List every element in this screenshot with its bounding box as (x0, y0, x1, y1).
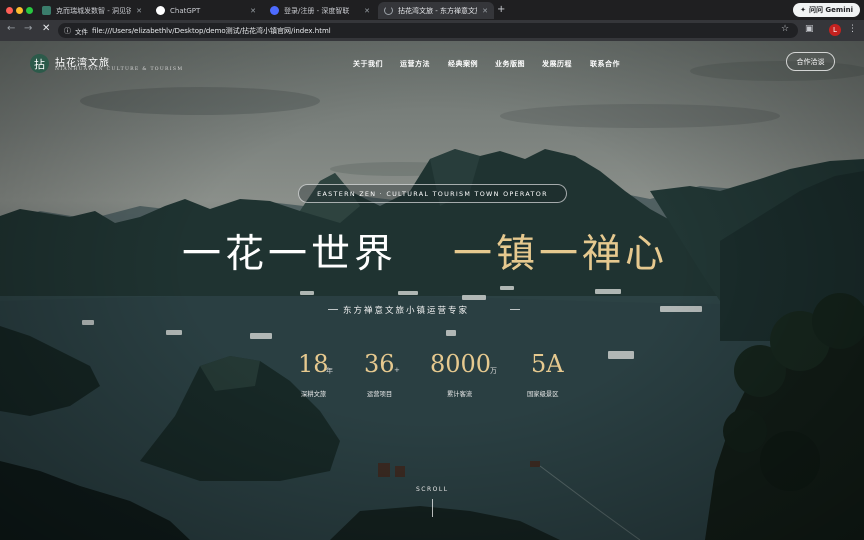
hero-vignette-overlay (0, 41, 864, 540)
deepseek-favicon-icon (270, 6, 279, 15)
stat-label-years: 深耕文旅 (301, 391, 327, 398)
nav-item-cases[interactable]: 经典案例 (448, 59, 478, 69)
nav-item-method[interactable]: 运营方法 (400, 59, 430, 69)
browser-tab[interactable]: ChatGPT ✕ (150, 2, 262, 19)
stat-value-rating: 5A (531, 350, 564, 378)
browser-tab-strip: 克而瑞城发数智 - 洞见锐意全... ✕ ChatGPT ✕ 登录/注册 - 深… (0, 0, 864, 20)
tagline-dash-left (328, 309, 338, 310)
nav-item-business[interactable]: 业务版图 (495, 59, 525, 69)
new-tab-button[interactable]: + (497, 4, 505, 15)
bookmark-star-icon[interactable]: ☆ (781, 24, 789, 34)
browser-toolbar: ← → ✕ ⓘ 文件 file:///Users/elizabethlv/Des… (0, 20, 864, 41)
browser-tab[interactable]: 克而瑞城发数智 - 洞见锐意全... ✕ (36, 2, 148, 19)
scroll-indicator-label[interactable]: SCROLL (416, 486, 449, 493)
cooperation-button[interactable]: 合作洽谈 (786, 52, 835, 71)
scroll-indicator-line (432, 499, 433, 517)
stat-value-projects: 36 (364, 350, 395, 378)
tab-close-icon[interactable]: ✕ (250, 7, 256, 15)
hero-headline-white: 一花一世界 (182, 232, 398, 277)
stat-label-visitors: 累计客流 (447, 391, 473, 398)
browser-tab-active[interactable]: 拈花湾文旅 - 东方禅意文旅小... ✕ (378, 2, 494, 19)
stat-unit-years: 年 (326, 367, 333, 375)
site-info-icon[interactable]: ⓘ (64, 26, 71, 36)
nav-item-contact[interactable]: 联系合作 (590, 59, 620, 69)
back-arrow-icon[interactable]: ← (7, 23, 15, 34)
close-window-button[interactable] (6, 7, 13, 14)
hero-section: 拈 拈花湾文旅 NIANHUAWAN CULTURE & TOURISM 关于我… (0, 41, 864, 540)
stat-unit-projects: + (394, 366, 400, 374)
address-url[interactable]: file:///Users/elizabethlv/Desktop/demo测试… (92, 26, 331, 36)
stop-loading-icon[interactable]: ✕ (42, 23, 50, 34)
stat-unit-visitors: 万 (490, 367, 497, 375)
tagline-dash-right (510, 309, 520, 310)
ask-gemini-button[interactable]: ✦ 问问 Gemini (793, 3, 860, 17)
browser-tab[interactable]: 登录/注册 - 深度智联 ✕ (264, 2, 376, 19)
tab-title: 拈花湾文旅 - 东方禅意文旅小... (398, 6, 477, 15)
tab-title: 克而瑞城发数智 - 洞见锐意全... (56, 6, 132, 15)
more-menu-icon[interactable]: ⋮ (848, 24, 857, 34)
hero-tagline: 东方禅意文旅小镇运营专家 (343, 306, 470, 316)
chatgpt-favicon-icon (156, 6, 165, 15)
tab-close-icon[interactable]: ✕ (482, 7, 488, 15)
hero-headline-gold: 一镇一禅心 (453, 232, 669, 277)
profile-avatar[interactable]: L (829, 24, 841, 36)
stat-label-projects: 运营项目 (367, 391, 393, 398)
logo-name-en: NIANHUAWAN CULTURE & TOURISM (55, 67, 184, 72)
stat-value-years: 18 (298, 350, 329, 378)
maximize-window-button[interactable] (26, 7, 33, 14)
tab-close-icon[interactable]: ✕ (136, 7, 142, 15)
address-scheme-label: 文件 (75, 27, 88, 36)
tab-close-icon[interactable]: ✕ (364, 7, 370, 15)
tab-favicon-icon (42, 6, 51, 15)
logo-mark-icon[interactable]: 拈 (30, 54, 49, 73)
ask-gemini-label: 问问 Gemini (808, 6, 853, 14)
hero-eyebrow-pill: EASTERN ZEN · CULTURAL TOURISM TOWN OPER… (298, 184, 567, 203)
nav-item-history[interactable]: 发展历程 (542, 59, 572, 69)
minimize-window-button[interactable] (16, 7, 23, 14)
stat-label-rating: 国家级景区 (527, 391, 559, 398)
screen-cast-icon[interactable]: ▣ (805, 24, 814, 34)
gemini-sparkle-icon: ✦ (800, 6, 806, 14)
tab-title: ChatGPT (170, 6, 201, 15)
stat-value-visitors: 8000 (430, 350, 492, 378)
loading-spinner-icon (384, 6, 393, 15)
nav-item-about[interactable]: 关于我们 (353, 59, 383, 69)
address-bar[interactable]: ⓘ 文件 file:///Users/elizabethlv/Desktop/d… (58, 23, 798, 38)
tab-title: 登录/注册 - 深度智联 (284, 6, 350, 15)
forward-arrow-icon[interactable]: → (24, 23, 32, 34)
